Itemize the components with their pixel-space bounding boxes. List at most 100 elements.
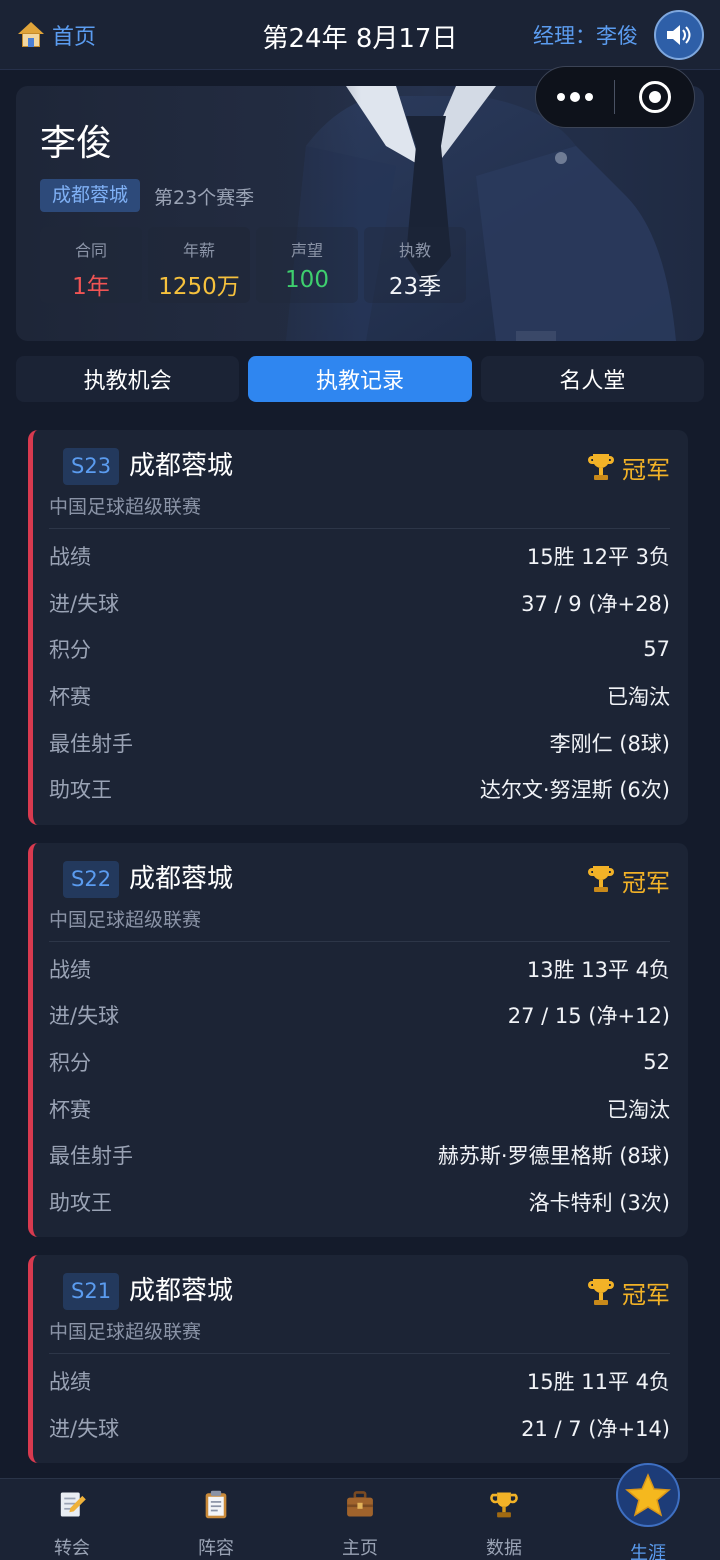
nav-home[interactable]: 主页 — [288, 1479, 432, 1560]
stat-label: 年薪 — [182, 241, 215, 260]
tab-coaching-records[interactable]: 执教记录 — [248, 356, 472, 402]
record-row: 最佳射手 赫苏斯·罗德里格斯 (8球) — [49, 1132, 670, 1179]
target-icon — [638, 81, 671, 113]
record-team: 成都蓉城 — [129, 863, 234, 894]
row-value: 52 — [643, 1050, 670, 1075]
close-miniprogram-button[interactable] — [615, 67, 694, 127]
record-row: 助攻王 洛卡特利 (3次) — [49, 1179, 670, 1226]
record-row: 积分 52 — [49, 1039, 670, 1086]
dot-icon — [585, 93, 593, 101]
clipboard-icon — [205, 1490, 227, 1519]
record-row: 战绩 15胜 11平 4负 — [49, 1358, 670, 1405]
stat-label: 声望 — [290, 241, 323, 260]
result-label: 冠军 — [622, 1281, 670, 1310]
speaker-icon — [667, 25, 691, 45]
record-result: 冠军 — [588, 863, 670, 898]
divider — [49, 528, 670, 529]
stat-value: 1250万 — [158, 274, 240, 300]
row-key: 战绩 — [49, 1370, 91, 1395]
more-options-button[interactable] — [536, 67, 614, 127]
divider — [49, 1353, 670, 1355]
record-rows: 战绩 15胜 12平 3负 进/失球 37 / 9 (净+28) 积分 57 杯赛 已淘… — [49, 533, 670, 825]
record-header: S23 成都蓉城 冠军 — [49, 430, 670, 504]
nav-label: 主页 — [342, 1538, 378, 1559]
record-row: 进/失球 21 / 7 (净+14) — [49, 1405, 670, 1452]
record-row: 助攻王 达尔文·努涅斯 (6次) — [49, 766, 670, 813]
record-team: 成都蓉城 — [129, 1276, 234, 1307]
divider — [49, 940, 670, 942]
stat-label: 执教 — [398, 241, 431, 260]
row-value: 洛卡特利 (3次) — [528, 1190, 670, 1215]
trophy-icon — [490, 1492, 518, 1518]
record-row: 积分 57 — [49, 626, 670, 673]
season-count: 第23个赛季 — [154, 187, 255, 209]
dot-icon — [570, 92, 580, 102]
home-button[interactable]: 首页 — [18, 18, 96, 52]
nav-transfer[interactable]: 转会 — [0, 1479, 144, 1560]
row-value: 15胜 11平 4负 — [526, 1370, 670, 1395]
trophy-icon — [588, 453, 614, 482]
star-icon — [616, 1463, 680, 1527]
miniprogram-capsule — [535, 66, 695, 128]
row-key: 最佳射手 — [49, 1144, 133, 1169]
record-header: S22 成都蓉城 冠军 — [49, 843, 670, 917]
record-row: 杯赛 已淘汰 — [49, 1085, 670, 1132]
record-row: 战绩 13胜 13平 4负 — [49, 946, 670, 993]
row-key: 积分 — [49, 1051, 91, 1076]
row-key: 战绩 — [49, 545, 91, 570]
stat-label: 合同 — [74, 241, 107, 260]
stat-value: 100 — [285, 267, 329, 293]
trophy-icon — [588, 866, 614, 894]
house-icon — [18, 22, 44, 48]
stat-reputation: 声望 100 — [256, 227, 358, 303]
row-key: 杯赛 — [49, 685, 91, 710]
stat-coaching: 执教 23季 — [364, 227, 466, 303]
record-result: 冠军 — [588, 1275, 670, 1310]
manager-name: 李俊 — [40, 123, 113, 164]
nav-career[interactable]: 生涯 — [576, 1463, 720, 1560]
memo-pencil-icon — [60, 1492, 86, 1517]
profile-stats: 合同 1年 年薪 1250万 声望 100 执教 23季 — [40, 227, 466, 303]
record-row: 战绩 15胜 12平 3负 — [49, 533, 670, 580]
nav-label: 转会 — [54, 1538, 90, 1559]
record-row: 杯赛 已淘汰 — [49, 673, 670, 720]
row-key: 进/失球 — [49, 591, 120, 616]
row-key: 最佳射手 — [49, 731, 133, 756]
row-value: 已淘汰 — [607, 1097, 670, 1122]
row-value: 15胜 12平 3负 — [526, 545, 670, 570]
record-result: 冠军 — [588, 450, 670, 485]
app-root: 首页 第24年 8月17日 经理：李俊 李俊 成都蓉城 第23个赛季 合同 1年… — [0, 0, 720, 1560]
nav-squad[interactable]: 阵容 — [144, 1479, 288, 1560]
briefcase-icon — [347, 1491, 373, 1517]
manager-label[interactable]: 经理：李俊 — [533, 20, 638, 50]
row-value: 13胜 13平 4负 — [526, 957, 670, 982]
nav-data[interactable]: 数据 — [432, 1479, 576, 1560]
tab-coaching-offers[interactable]: 执教机会 — [16, 356, 240, 402]
row-value: 赫苏斯·罗德里格斯 (8球) — [437, 1144, 670, 1169]
season-badge: S21 — [63, 1273, 120, 1311]
row-value: 27 / 15 (净+12) — [507, 1004, 670, 1029]
coaching-record-list: S23 成都蓉城 冠军 中国足球超级联赛 战绩 15胜 12平 3负 进/失球 37… — [28, 430, 688, 1481]
row-value: 已淘汰 — [607, 685, 670, 710]
row-key: 进/失球 — [49, 1004, 120, 1029]
nav-label: 生涯 — [630, 1543, 666, 1560]
row-value: 21 / 7 (净+14) — [521, 1417, 670, 1442]
row-key: 进/失球 — [49, 1417, 120, 1442]
trophy-icon — [588, 1278, 614, 1307]
row-key: 助攻王 — [49, 778, 112, 803]
result-label: 冠军 — [622, 868, 670, 897]
row-value: 37 / 9 (净+28) — [521, 591, 670, 616]
stat-contract: 合同 1年 — [40, 227, 142, 303]
record-row: 进/失球 37 / 9 (净+28) — [49, 580, 670, 627]
row-key: 杯赛 — [49, 1097, 91, 1122]
home-label: 首页 — [52, 25, 97, 50]
bottom-navigation: 转会 阵容 主页 数据 生涯 — [0, 1463, 720, 1560]
season-record-card: S22 成都蓉城 冠军 中国足球超级联赛 战绩 13胜 13平 4负 进/失球 27… — [28, 842, 688, 1238]
tab-hall-of-fame[interactable]: 名人堂 — [480, 356, 704, 402]
sound-button[interactable] — [654, 10, 704, 60]
record-rows: 战绩 13胜 13平 4负 进/失球 27 / 15 (净+12) 积分 52 杯赛 已… — [49, 946, 670, 1238]
row-value: 达尔文·努涅斯 (6次) — [479, 778, 670, 803]
season-badge: S22 — [63, 860, 120, 898]
season-record-card: S23 成都蓉城 冠军 中国足球超级联赛 战绩 15胜 12平 3负 进/失球 37… — [28, 430, 688, 825]
stat-salary: 年薪 1250万 — [148, 227, 250, 303]
